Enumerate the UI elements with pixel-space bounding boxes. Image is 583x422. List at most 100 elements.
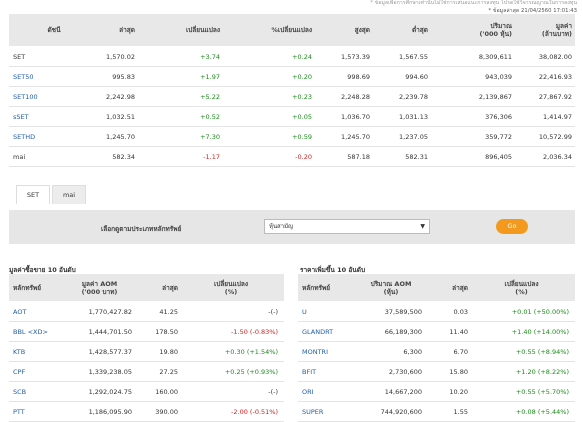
top-value-header: หลักทรัพย์ มูลค่า AOM ('000 บาท) ล่าสุด … xyxy=(9,274,284,301)
last-price: 0.03 xyxy=(453,307,468,316)
index-low: 1,031.13 xyxy=(399,112,428,121)
index-high: 1,036.70 xyxy=(341,112,370,121)
table-row[interactable]: PTT 1,186,095.90 390.00 -2.00 (-0.51%) xyxy=(9,402,284,422)
price-change: -1.50 (-0.83%) xyxy=(231,327,278,336)
col-last: ล่าสุด xyxy=(162,283,178,292)
price-change: +0.01 (+50.00%) xyxy=(511,307,569,316)
col-high: สูงสุด xyxy=(354,26,370,34)
index-name[interactable]: SETHD xyxy=(9,133,95,141)
index-volume: 896,405 xyxy=(485,152,512,161)
col-volume: ปริมาณ ('000 หุ้น) xyxy=(479,22,513,38)
aom-value: 1,186,095.90 xyxy=(88,407,132,416)
table-row[interactable]: BBL <XD> 1,444,701.50 178.50 -1.50 (-0.83%) xyxy=(9,322,284,342)
index-volume: 8,309,611 xyxy=(478,52,512,61)
index-row[interactable]: SETHD 1,245.70 +7.30 +0.59 1,245.70 1,237.05 3… xyxy=(9,127,575,147)
col-value: มูลค่า (ล้านบาท) xyxy=(541,22,572,38)
symbol-link[interactable]: U xyxy=(298,308,360,316)
table-row[interactable]: MONTRI 6,300 6.70 +0.55 (+8.94%) xyxy=(298,342,575,362)
last-price: 15.80 xyxy=(449,367,468,376)
symbol-link[interactable]: AOT xyxy=(9,308,67,316)
disclaimer-line: * ข้อมูลเพื่อการศึกษาเท่านั้นไม่ใช่การเส… xyxy=(370,0,577,6)
index-name: SET xyxy=(13,52,26,61)
go-button[interactable]: Go xyxy=(496,219,528,234)
price-change: +1.20 (+8.22%) xyxy=(515,367,569,376)
aom-volume: 6,300 xyxy=(403,347,422,356)
index-change: +5.22 xyxy=(200,92,220,101)
aom-volume: 37,589,500 xyxy=(384,307,422,316)
index-low: 1,237.05 xyxy=(399,132,428,141)
table-row[interactable]: SCB 1,292,024.75 160.00 -(-) xyxy=(9,382,284,402)
index-value: 1,414.97 xyxy=(543,112,572,121)
index-high: 587.18 xyxy=(347,152,370,161)
last-price: 178.50 xyxy=(155,327,178,336)
table-row[interactable]: CPF 1,339,238.05 27.25 +0.25 (+0.93%) xyxy=(9,362,284,382)
index-volume: 2,139,867 xyxy=(478,92,512,101)
aom-value: 1,428,577.37 xyxy=(88,347,132,356)
last-price: 1.55 xyxy=(453,407,468,416)
table-row[interactable]: BFIT 2,730,600 15.80 +1.20 (+8.22%) xyxy=(298,362,575,382)
symbol-link[interactable]: GLANDRT xyxy=(298,328,360,336)
col-change: เปลี่ยนแปลง xyxy=(185,26,220,34)
symbol-link[interactable]: CPF xyxy=(9,368,67,376)
symbol-link[interactable]: ORI xyxy=(298,388,360,396)
symbol-link[interactable]: PTT xyxy=(9,408,67,416)
table-row[interactable]: KTB 1,428,577.37 19.80 +0.30 (+1.54%) xyxy=(9,342,284,362)
index-table-header: ดัชนี ล่าสุด เปลี่ยนแปลง %เปลี่ยนแปลง สู… xyxy=(9,14,575,46)
col-index: ดัชนี xyxy=(47,26,61,34)
top-gain-header: หลักทรัพย์ ปริมาณ AOM (หุ้น) ล่าสุด เปลี… xyxy=(298,274,575,301)
index-volume: 376,306 xyxy=(485,112,512,121)
last-price: 6.70 xyxy=(453,347,468,356)
index-volume: 943,039 xyxy=(485,72,512,81)
table-row[interactable]: AOT 1,770,427.82 41.25 -(-) xyxy=(9,302,284,322)
disclaimer-note: * ข้อมูลเพื่อการศึกษาเท่านั้นไม่ใช่การเส… xyxy=(370,0,577,15)
symbol-link[interactable]: BFIT xyxy=(298,368,360,376)
col-last: ล่าสุด xyxy=(119,26,135,34)
index-change: -1.17 xyxy=(203,152,220,161)
index-high: 2,248.28 xyxy=(341,92,370,101)
table-row[interactable]: GLANDRT 66,189,300 11.40 +1.40 (+14.00%) xyxy=(298,322,575,342)
last-price: 19.80 xyxy=(159,347,178,356)
index-row[interactable]: SET50 995.83 +1.97 +0.20 998.69 994.60 943,039… xyxy=(9,67,575,87)
index-low: 582.31 xyxy=(405,152,428,161)
index-name[interactable]: SET50 xyxy=(9,73,95,81)
index-row[interactable]: SET100 2,242.98 +5.22 +0.23 2,248.28 2,239.78… xyxy=(9,87,575,107)
index-row[interactable]: sSET 1,032.51 +0.52 +0.05 1,036.70 1,031.13 37… xyxy=(9,107,575,127)
security-type-select[interactable]: หุ้นสามัญ ▼ xyxy=(264,219,430,234)
index-name[interactable]: sSET xyxy=(9,113,95,121)
tab-set[interactable]: SET xyxy=(16,185,50,204)
index-change: +0.52 xyxy=(200,112,220,121)
selected-type: หุ้นสามัญ xyxy=(269,223,294,230)
last-price: 160.00 xyxy=(155,387,178,396)
table-row[interactable]: U 37,589,500 0.03 +0.01 (+50.00%) xyxy=(298,302,575,322)
index-value: 22,416.93 xyxy=(538,72,572,81)
index-last: 582.34 xyxy=(112,152,135,161)
index-last: 1,570.02 xyxy=(106,52,135,61)
aom-volume: 14,667,200 xyxy=(384,387,422,396)
index-row[interactable]: mai 582.34 -1.17 -0.20 587.18 582.31 896,405 2,… xyxy=(9,147,575,167)
symbol-link[interactable]: BBL <XD> xyxy=(9,328,67,336)
price-change: -(-) xyxy=(268,307,278,316)
col-change-pct: เปลี่ยนแปลง (%) xyxy=(213,279,249,296)
aom-value: 1,292,024.75 xyxy=(88,387,132,396)
symbol-link[interactable]: SCB xyxy=(9,388,67,396)
table-row[interactable]: ORI 14,667,200 10.20 +0.55 (+5.70%) xyxy=(298,382,575,402)
symbol-link[interactable]: MONTRI xyxy=(298,348,360,356)
price-change: +1.40 (+14.00%) xyxy=(511,327,569,336)
filter-label: เลือกดูตามประเภทหลักทรัพย์ xyxy=(101,225,182,233)
tab-mai[interactable]: mai xyxy=(52,185,86,204)
index-row[interactable]: SET 1,570.02 +3.74 +0.24 1,573.39 1,567.55 8,3… xyxy=(9,47,575,67)
table-row[interactable]: SUPER 744,920,600 1.55 +0.08 (+5.44%) xyxy=(298,402,575,422)
index-change: +1.97 xyxy=(200,72,220,81)
aom-value: 1,770,427.82 xyxy=(88,307,132,316)
price-change: +0.55 (+5.70%) xyxy=(515,387,569,396)
index-name[interactable]: SET100 xyxy=(9,93,95,101)
index-last: 1,032.51 xyxy=(106,112,135,121)
col-symbol: หลักทรัพย์ xyxy=(13,283,42,292)
col-pct-change: %เปลี่ยนแปลง xyxy=(271,26,312,34)
symbol-link[interactable]: KTB xyxy=(9,348,67,356)
col-symbol: หลักทรัพย์ xyxy=(302,283,331,292)
symbol-link[interactable]: SUPER xyxy=(298,408,360,416)
col-aom-value: มูลค่า AOM ('000 บาท) xyxy=(81,279,118,296)
col-change-pct: เปลี่ยนแปลง (%) xyxy=(504,279,539,296)
index-change: +3.74 xyxy=(200,52,220,61)
